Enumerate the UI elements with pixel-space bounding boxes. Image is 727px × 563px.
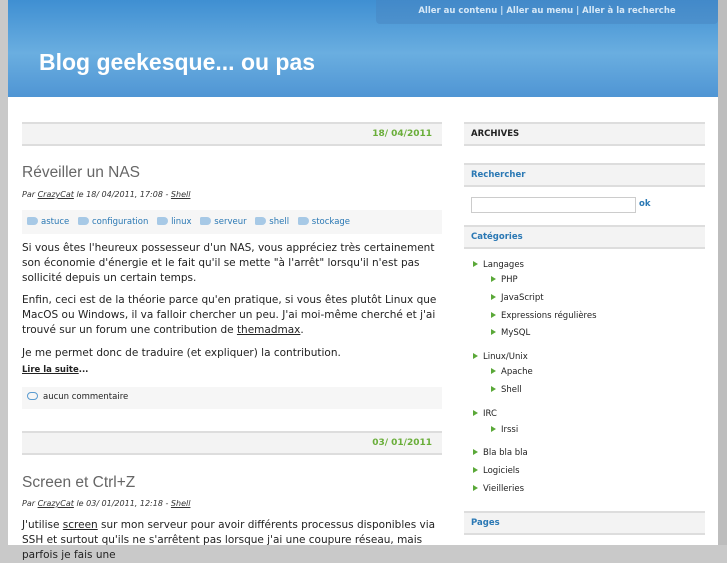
search-input[interactable]	[471, 197, 636, 213]
separator: |	[576, 6, 580, 16]
meta-date: le 03/ 01/2011, 12:18 -	[76, 499, 169, 508]
tag-label: configuration	[91, 217, 149, 227]
archives-heading[interactable]: ARCHIVES	[464, 122, 705, 146]
category-item[interactable]: Linux/Unix	[473, 352, 528, 362]
themadmax-link[interactable]: themadmax	[237, 324, 300, 336]
tag-icon	[255, 217, 267, 225]
subcategory-item[interactable]: MySQL	[491, 328, 530, 338]
subcategory-item[interactable]: JavaScript	[491, 293, 544, 303]
screen-link[interactable]: screen	[63, 519, 98, 531]
post-paragraph: J'utilise screen sur mon serveur pour av…	[22, 518, 442, 563]
comments-bar: aucun commentaire	[22, 387, 442, 409]
paragraph-text: Enfin, ceci est de la théorie parce qu'e…	[22, 294, 437, 336]
category-item[interactable]: Langages	[473, 260, 524, 270]
tag-label: astuce	[41, 217, 70, 227]
search-heading: Rechercher	[464, 163, 705, 187]
skip-to-menu-link[interactable]: Aller au menu	[506, 6, 573, 16]
category-item[interactable]: IRC	[473, 409, 497, 419]
separator: |	[500, 6, 504, 16]
category-item[interactable]: Vieilleries	[473, 484, 524, 494]
meta-date: le 18/ 04/2011, 17:08 -	[76, 190, 169, 199]
comment-icon	[27, 392, 38, 400]
tag-icon	[27, 217, 38, 225]
post-meta: Par CrazyCat le 03/ 01/2011, 12:18 - She…	[22, 499, 190, 508]
read-more: Lire la suite...	[22, 365, 88, 375]
tag-icon	[200, 217, 212, 225]
read-more-link[interactable]: Lire la suite	[22, 365, 79, 375]
tag-label: serveur	[214, 217, 247, 227]
header: Aller au contenu | Aller au menu | Aller…	[8, 0, 718, 97]
comments-link[interactable]: aucun commentaire	[43, 392, 128, 402]
post-date: 18/ 04/2011	[22, 122, 442, 146]
post-meta: Par CrazyCat le 18/ 04/2011, 17:08 - She…	[22, 190, 190, 199]
post-paragraph: Enfin, ceci est de la théorie parce qu'e…	[22, 294, 437, 336]
blog-title[interactable]: Blog geekesque... ou pas	[39, 49, 315, 76]
subcategory-item[interactable]: PHP	[491, 275, 518, 285]
subcategory-item[interactable]: Expressions régulières	[491, 311, 597, 321]
tag-list: astuce configuration linux serveur shell…	[22, 210, 442, 234]
tag-label: shell	[269, 217, 290, 227]
page: Aller au contenu | Aller au menu | Aller…	[8, 0, 718, 561]
tag-label: stockage	[311, 217, 351, 227]
category-item[interactable]: Bla bla bla	[473, 448, 528, 458]
tag-icon	[77, 217, 89, 225]
tag-icon	[297, 217, 309, 225]
post-title[interactable]: Réveiller un NAS	[22, 164, 140, 182]
skip-links: Aller au contenu | Aller au menu | Aller…	[376, 0, 718, 24]
tag-label: linux	[171, 217, 192, 227]
category-item[interactable]: Logiciels	[473, 466, 520, 476]
skip-to-search-link[interactable]: Aller à la recherche	[582, 6, 675, 16]
category-link[interactable]: Shell	[171, 499, 191, 508]
author-link[interactable]: CrazyCat	[38, 190, 74, 199]
post-title[interactable]: Screen et Ctrl+Z	[22, 474, 135, 492]
scrollbar[interactable]	[718, 0, 727, 545]
categories-heading: Catégories	[464, 225, 705, 249]
post-paragraph: Si vous êtes l'heureux possesseur d'un N…	[22, 242, 435, 284]
tag-shell[interactable]: shell	[255, 217, 289, 227]
tag-linux[interactable]: linux	[157, 217, 192, 227]
meta-by: Par	[22, 499, 36, 508]
author-link[interactable]: CrazyCat	[38, 499, 74, 508]
search-ok-button[interactable]: ok	[639, 199, 651, 209]
tag-configuration[interactable]: configuration	[77, 217, 149, 227]
tag-icon	[157, 217, 169, 225]
tag-astuce[interactable]: astuce	[27, 217, 69, 227]
skip-to-content-link[interactable]: Aller au contenu	[418, 6, 497, 16]
ellipsis: ...	[78, 365, 89, 375]
tag-serveur[interactable]: serveur	[200, 217, 247, 227]
subcategory-item[interactable]: Shell	[491, 385, 522, 395]
tag-stockage[interactable]: stockage	[297, 217, 351, 227]
subcategory-item[interactable]: Irssi	[491, 425, 518, 435]
meta-by: Par	[22, 190, 36, 199]
subcategory-item[interactable]: Apache	[491, 367, 533, 377]
post-date: 03/ 01/2011	[22, 431, 442, 455]
category-link[interactable]: Shell	[171, 190, 191, 199]
pages-heading: Pages	[464, 511, 705, 535]
paragraph-text: J'utilise	[22, 519, 60, 531]
post-paragraph: Je me permet donc de traduire (et expliq…	[22, 347, 341, 359]
